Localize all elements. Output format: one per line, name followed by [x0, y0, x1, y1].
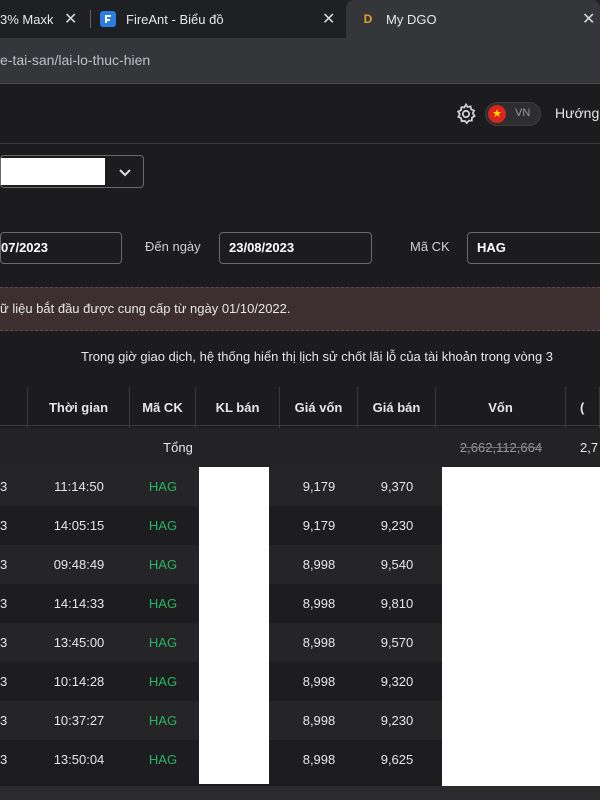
account-select[interactable]	[0, 155, 144, 188]
price-cell: 9,230	[380, 518, 414, 533]
cost-cell: 9,179	[302, 518, 336, 533]
total-row: Tổng 2,662,112,664 2,7	[0, 428, 600, 467]
col-header-capital[interactable]: Vốn	[436, 387, 566, 428]
guide-link[interactable]: Hướng	[555, 105, 599, 121]
cost-cell: 8,998	[302, 635, 336, 650]
time-cell: 13:45:00	[53, 635, 105, 650]
cost-cell: 8,998	[302, 674, 336, 689]
browser-tab-bar: 3% Maxk ✕ FireAnt - Biểu đồ ✕ D My DGO ✕	[0, 0, 600, 38]
browser-tab-maxk[interactable]: 3% Maxk ✕	[0, 0, 86, 38]
account-value-redacted	[1, 158, 105, 185]
col-header-code[interactable]: Mã CK	[130, 387, 196, 428]
code-cell[interactable]: HAG	[130, 701, 196, 740]
chevron-down-icon	[119, 169, 131, 177]
time-cell: 13:50:04	[53, 752, 105, 767]
price-cell: 9,370	[380, 479, 414, 494]
browser-tab-fireant[interactable]: FireAnt - Biểu đồ ✕	[100, 0, 344, 38]
redacted-capital-column	[442, 467, 600, 800]
price-cell: 9,320	[380, 674, 414, 689]
time-cell: 14:05:15	[53, 518, 105, 533]
price-cell: 9,810	[380, 596, 414, 611]
date-cell: 3	[0, 518, 8, 533]
tab-label: 3% Maxk	[0, 11, 54, 27]
stock-code-input[interactable]: HAG	[467, 232, 600, 264]
date-cell: 3	[0, 479, 8, 494]
date-cell: 3	[0, 752, 8, 767]
time-cell: 09:48:49	[53, 557, 105, 572]
col-header-cost[interactable]: Giá vốn	[280, 387, 358, 428]
cost-cell: 8,998	[302, 596, 336, 611]
data-availability-notice: ữ liệu bắt đầu được cung cấp từ ngày 01/…	[0, 287, 600, 331]
close-icon[interactable]: ✕	[322, 9, 335, 29]
col-header-volume[interactable]: KL bán	[196, 387, 280, 428]
code-cell[interactable]: HAG	[130, 662, 196, 701]
os-taskbar	[0, 786, 600, 800]
date-cell: 3	[0, 674, 8, 689]
time-cell: 10:37:27	[53, 713, 105, 728]
notice-text: ữ liệu bắt đầu được cung cấp từ ngày 01/…	[0, 301, 291, 316]
code-cell[interactable]: HAG	[130, 584, 196, 623]
code-cell[interactable]: HAG	[130, 545, 196, 584]
code-cell[interactable]: HAG	[130, 623, 196, 662]
tab-separator	[90, 10, 91, 28]
table-header: Thời gian Mã CK KL bán Giá vốn Giá bán V…	[0, 387, 600, 428]
to-date-input[interactable]: 23/08/2023	[219, 232, 372, 264]
code-cell[interactable]: HAG	[130, 506, 196, 545]
price-cell: 9,625	[380, 752, 414, 767]
cost-cell: 8,998	[302, 557, 336, 572]
language-switch[interactable]: ★ VN	[485, 102, 541, 126]
tab-label: My DGO	[386, 11, 437, 27]
col-header-date	[0, 387, 28, 428]
time-cell: 14:14:33	[53, 596, 105, 611]
cost-cell: 9,179	[302, 479, 336, 494]
address-bar[interactable]: e-tai-san/lai-lo-thuc-hien	[0, 38, 600, 84]
code-cell[interactable]: HAG	[130, 740, 196, 779]
fireant-icon	[100, 11, 116, 27]
price-cell: 9,570	[380, 635, 414, 650]
from-date-input[interactable]: 07/2023	[0, 232, 122, 264]
col-header-price[interactable]: Giá bán	[358, 387, 436, 428]
total-label: Tổng	[163, 440, 193, 455]
time-cell: 10:14:28	[53, 674, 105, 689]
total-next: 2,7	[580, 440, 599, 455]
redacted-volume-column	[199, 467, 269, 784]
stock-code-label: Mã CK	[410, 239, 450, 254]
date-cell: 3	[0, 596, 8, 611]
date-cell: 3	[0, 557, 8, 572]
gear-icon[interactable]	[454, 102, 478, 126]
close-icon[interactable]: ✕	[582, 9, 595, 29]
vietnam-flag-icon: ★	[488, 105, 506, 123]
col-header-next[interactable]: (	[566, 387, 600, 428]
cost-cell: 8,998	[302, 752, 336, 767]
cost-cell: 8,998	[302, 713, 336, 728]
price-cell: 9,230	[380, 713, 414, 728]
app-header: ★ VN Hướng	[0, 84, 600, 144]
close-icon[interactable]: ✕	[64, 9, 77, 29]
info-text: Trong giờ giao dịch, hệ thống hiển thị l…	[81, 349, 554, 364]
url-text[interactable]: e-tai-san/lai-lo-thuc-hien	[0, 52, 150, 68]
price-cell: 9,540	[380, 557, 414, 572]
date-cell: 3	[0, 635, 8, 650]
code-cell[interactable]: HAG	[130, 467, 196, 506]
col-header-time[interactable]: Thời gian	[28, 387, 130, 428]
language-label: VN	[515, 107, 531, 119]
total-capital: 2,662,112,664	[459, 440, 543, 455]
dgo-icon: D	[363, 12, 373, 26]
to-date-label: Đến ngày	[145, 239, 201, 254]
tab-label: FireAnt - Biểu đồ	[126, 11, 224, 27]
browser-tab-mydgo[interactable]: D My DGO ✕	[346, 0, 600, 38]
time-cell: 11:14:50	[54, 479, 104, 494]
date-cell: 3	[0, 713, 8, 728]
